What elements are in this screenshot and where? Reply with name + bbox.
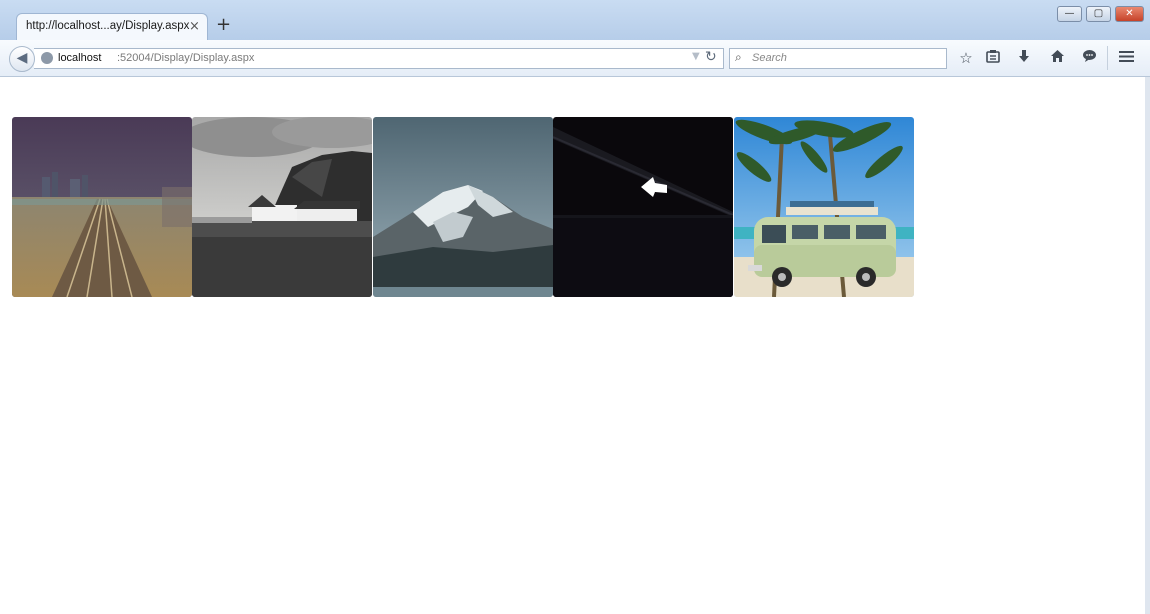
page-content bbox=[0, 77, 1145, 614]
gallery-image-railway[interactable] bbox=[12, 117, 192, 297]
title-bar: http://localhost...ay/Display.aspx × + —… bbox=[0, 0, 1150, 40]
minimize-button[interactable]: — bbox=[1057, 6, 1082, 22]
history-dropdown-icon[interactable]: ▼ bbox=[692, 51, 700, 62]
download-icon[interactable] bbox=[1015, 49, 1033, 67]
browser-tab[interactable]: http://localhost...ay/Display.aspx × bbox=[16, 13, 208, 40]
back-arrow-icon: ◀ bbox=[16, 50, 28, 66]
globe-icon bbox=[41, 52, 53, 64]
search-placeholder: Search bbox=[752, 52, 787, 64]
gallery-image-mountain[interactable] bbox=[373, 117, 553, 297]
reading-list-icon[interactable] bbox=[984, 49, 1002, 67]
gallery-image-cottages[interactable] bbox=[192, 117, 372, 297]
url-host: localhost bbox=[58, 52, 102, 64]
menu-icon[interactable] bbox=[1117, 49, 1135, 67]
tab-close-icon[interactable]: × bbox=[189, 19, 200, 34]
tab-title: http://localhost...ay/Display.aspx bbox=[26, 20, 190, 32]
home-icon[interactable] bbox=[1048, 49, 1066, 67]
page-right-edge bbox=[1145, 77, 1150, 614]
bookmark-star-icon[interactable]: ☆ bbox=[957, 49, 975, 67]
url-path: :52004/Display/Display.aspx bbox=[117, 52, 255, 64]
maximize-button[interactable]: ▢ bbox=[1086, 6, 1111, 22]
close-window-button[interactable]: ✕ bbox=[1115, 6, 1144, 22]
navigation-toolbar: localhost :52004/Display/Display.aspx ▼ … bbox=[0, 40, 1150, 77]
chat-icon[interactable] bbox=[1080, 49, 1098, 67]
url-bar[interactable]: localhost :52004/Display/Display.aspx ▼ … bbox=[34, 48, 724, 69]
toolbar-divider bbox=[1107, 46, 1108, 70]
new-tab-button[interactable]: + bbox=[216, 14, 231, 35]
search-input[interactable]: ⌕ Search bbox=[729, 48, 947, 69]
gallery-image-night-bridge[interactable] bbox=[553, 117, 733, 297]
back-button[interactable]: ◀ bbox=[9, 46, 35, 72]
reload-icon[interactable]: ↻ bbox=[705, 49, 717, 65]
search-icon: ⌕ bbox=[735, 50, 742, 64]
gallery-image-van-palms[interactable] bbox=[734, 117, 914, 297]
